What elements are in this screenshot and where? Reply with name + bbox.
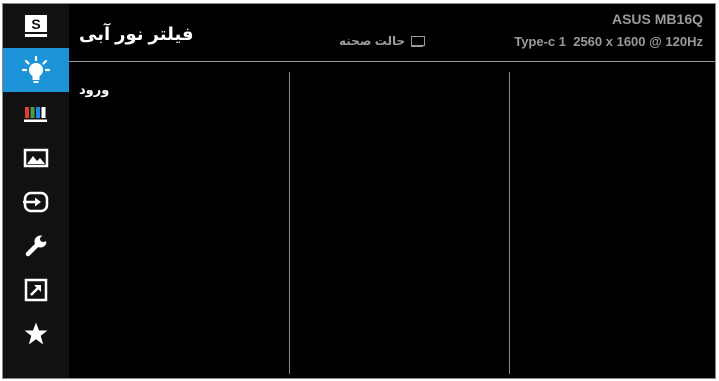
sidebar-item-image[interactable] [3, 136, 69, 180]
shortcut-arrow-icon [24, 278, 48, 302]
sidebar-item-blue-light[interactable] [3, 48, 69, 92]
header: فیلتر نور آبی حالت صحنه ASUS MB16Q Type-… [69, 4, 715, 62]
signal-info: Type-c 1 2560 x 1600 @ 120Hz [514, 34, 703, 49]
monitor-icon [411, 36, 426, 47]
image-icon [23, 148, 49, 168]
menu-columns: ورود [69, 62, 715, 378]
column-divider [289, 72, 290, 374]
sidebar: S [3, 4, 69, 378]
splendid-s-icon: S [25, 15, 47, 37]
wrench-icon [25, 233, 49, 257]
star-icon [24, 322, 48, 345]
scene-mode-indicator: حالت صحنه [339, 34, 426, 48]
model-name: ASUS MB16Q [611, 11, 703, 27]
menu-item-enter[interactable]: ورود [79, 82, 109, 98]
input-select-icon [23, 191, 49, 213]
sidebar-item-splendid[interactable]: S [3, 4, 69, 48]
blue-light-bulb-icon [21, 55, 51, 83]
sidebar-item-system[interactable] [3, 224, 69, 268]
scene-mode-label: حالت صحنه [339, 34, 406, 48]
svg-text:S: S [31, 16, 40, 32]
sidebar-item-favorite[interactable] [3, 312, 69, 356]
sidebar-item-shortcut[interactable] [3, 268, 69, 312]
sidebar-item-input[interactable] [3, 180, 69, 224]
color-bars-icon [24, 107, 47, 122]
sidebar-item-color[interactable] [3, 92, 69, 136]
osd-menu: S فیلتر نور آبی حالت صحنه ASUS MB16Q Typ… [2, 3, 716, 379]
column-divider [509, 72, 510, 374]
page-title: فیلتر نور آبی [79, 24, 194, 44]
